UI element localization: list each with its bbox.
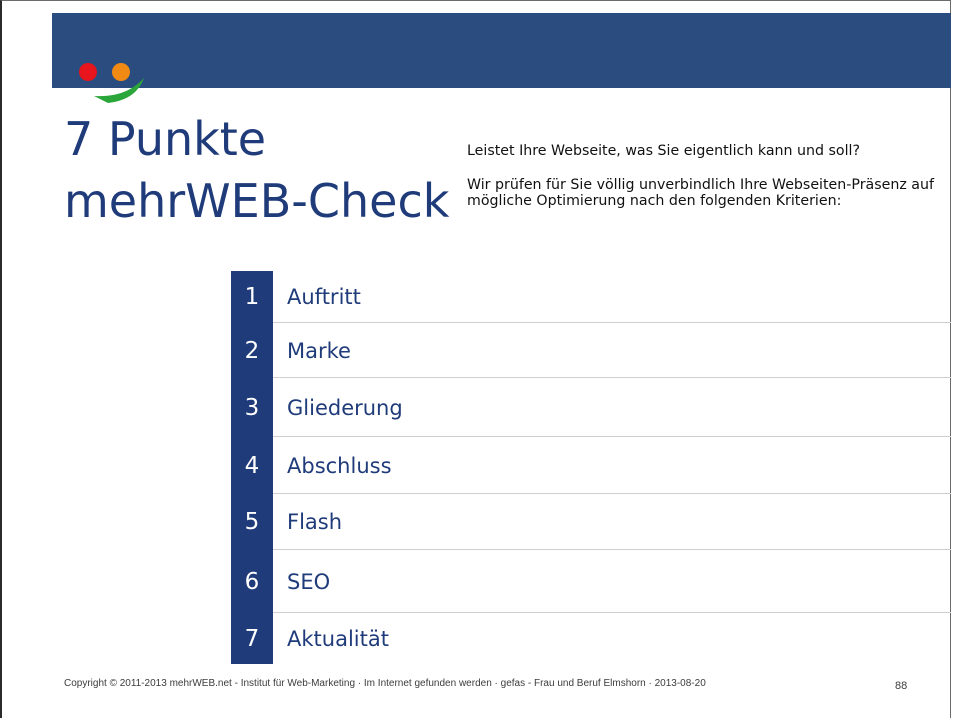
page-number: 88 xyxy=(895,680,908,692)
criteria-label: Flash xyxy=(287,510,343,534)
criteria-number: 1 xyxy=(231,271,273,323)
criteria-number: 2 xyxy=(231,323,273,378)
criteria-number: 5 xyxy=(231,494,273,550)
criteria-item-marke: 2 Marke xyxy=(231,323,951,378)
criteria-item-abschluss: 4 Abschluss xyxy=(231,437,951,494)
slide-title-line2: mehrWEB-Check xyxy=(64,174,450,228)
criteria-number: 7 xyxy=(231,613,273,664)
criteria-label: Aktualität xyxy=(287,626,389,651)
smiley-logo-icon xyxy=(79,63,144,103)
intro-text: Wir prüfen für Sie völlig unverbindlich … xyxy=(467,177,934,209)
criteria-item-gliederung: 3 Gliederung xyxy=(231,378,951,437)
criteria-number: 4 xyxy=(231,437,273,494)
logo-dot-right xyxy=(112,63,130,81)
criteria-label: Marke xyxy=(287,338,351,363)
criteria-label: Abschluss xyxy=(287,453,392,478)
slide-title: 7 Punkte mehrWEB-Check xyxy=(64,108,449,232)
intro-question: Leistet Ihre Webseite, was Sie eigentlic… xyxy=(467,143,860,159)
criteria-item-flash: 5 Flash xyxy=(231,494,951,550)
criteria-number: 6 xyxy=(231,550,273,613)
criteria-label: SEO xyxy=(287,569,331,594)
header-band xyxy=(52,13,951,88)
slide-title-line1: 7 Punkte xyxy=(64,112,267,166)
logo-dot-left xyxy=(79,63,97,81)
criteria-number: 3 xyxy=(231,378,273,437)
criteria-list: 1 Auftritt 2 Marke 3 Gliederung 4 Abschl… xyxy=(231,271,951,664)
criteria-item-auftritt: 1 Auftritt xyxy=(231,271,951,323)
footer-copyright: Copyright © 2011-2013 mehrWEB.net - Inst… xyxy=(64,678,706,689)
criteria-label: Auftritt xyxy=(287,285,361,309)
intro-block: Leistet Ihre Webseite, was Sie eigentlic… xyxy=(467,142,951,209)
criteria-item-seo: 6 SEO xyxy=(231,550,951,613)
criteria-label: Gliederung xyxy=(287,395,403,420)
logo-smile xyxy=(94,78,144,103)
criteria-item-aktualitaet: 7 Aktualität xyxy=(231,613,951,664)
